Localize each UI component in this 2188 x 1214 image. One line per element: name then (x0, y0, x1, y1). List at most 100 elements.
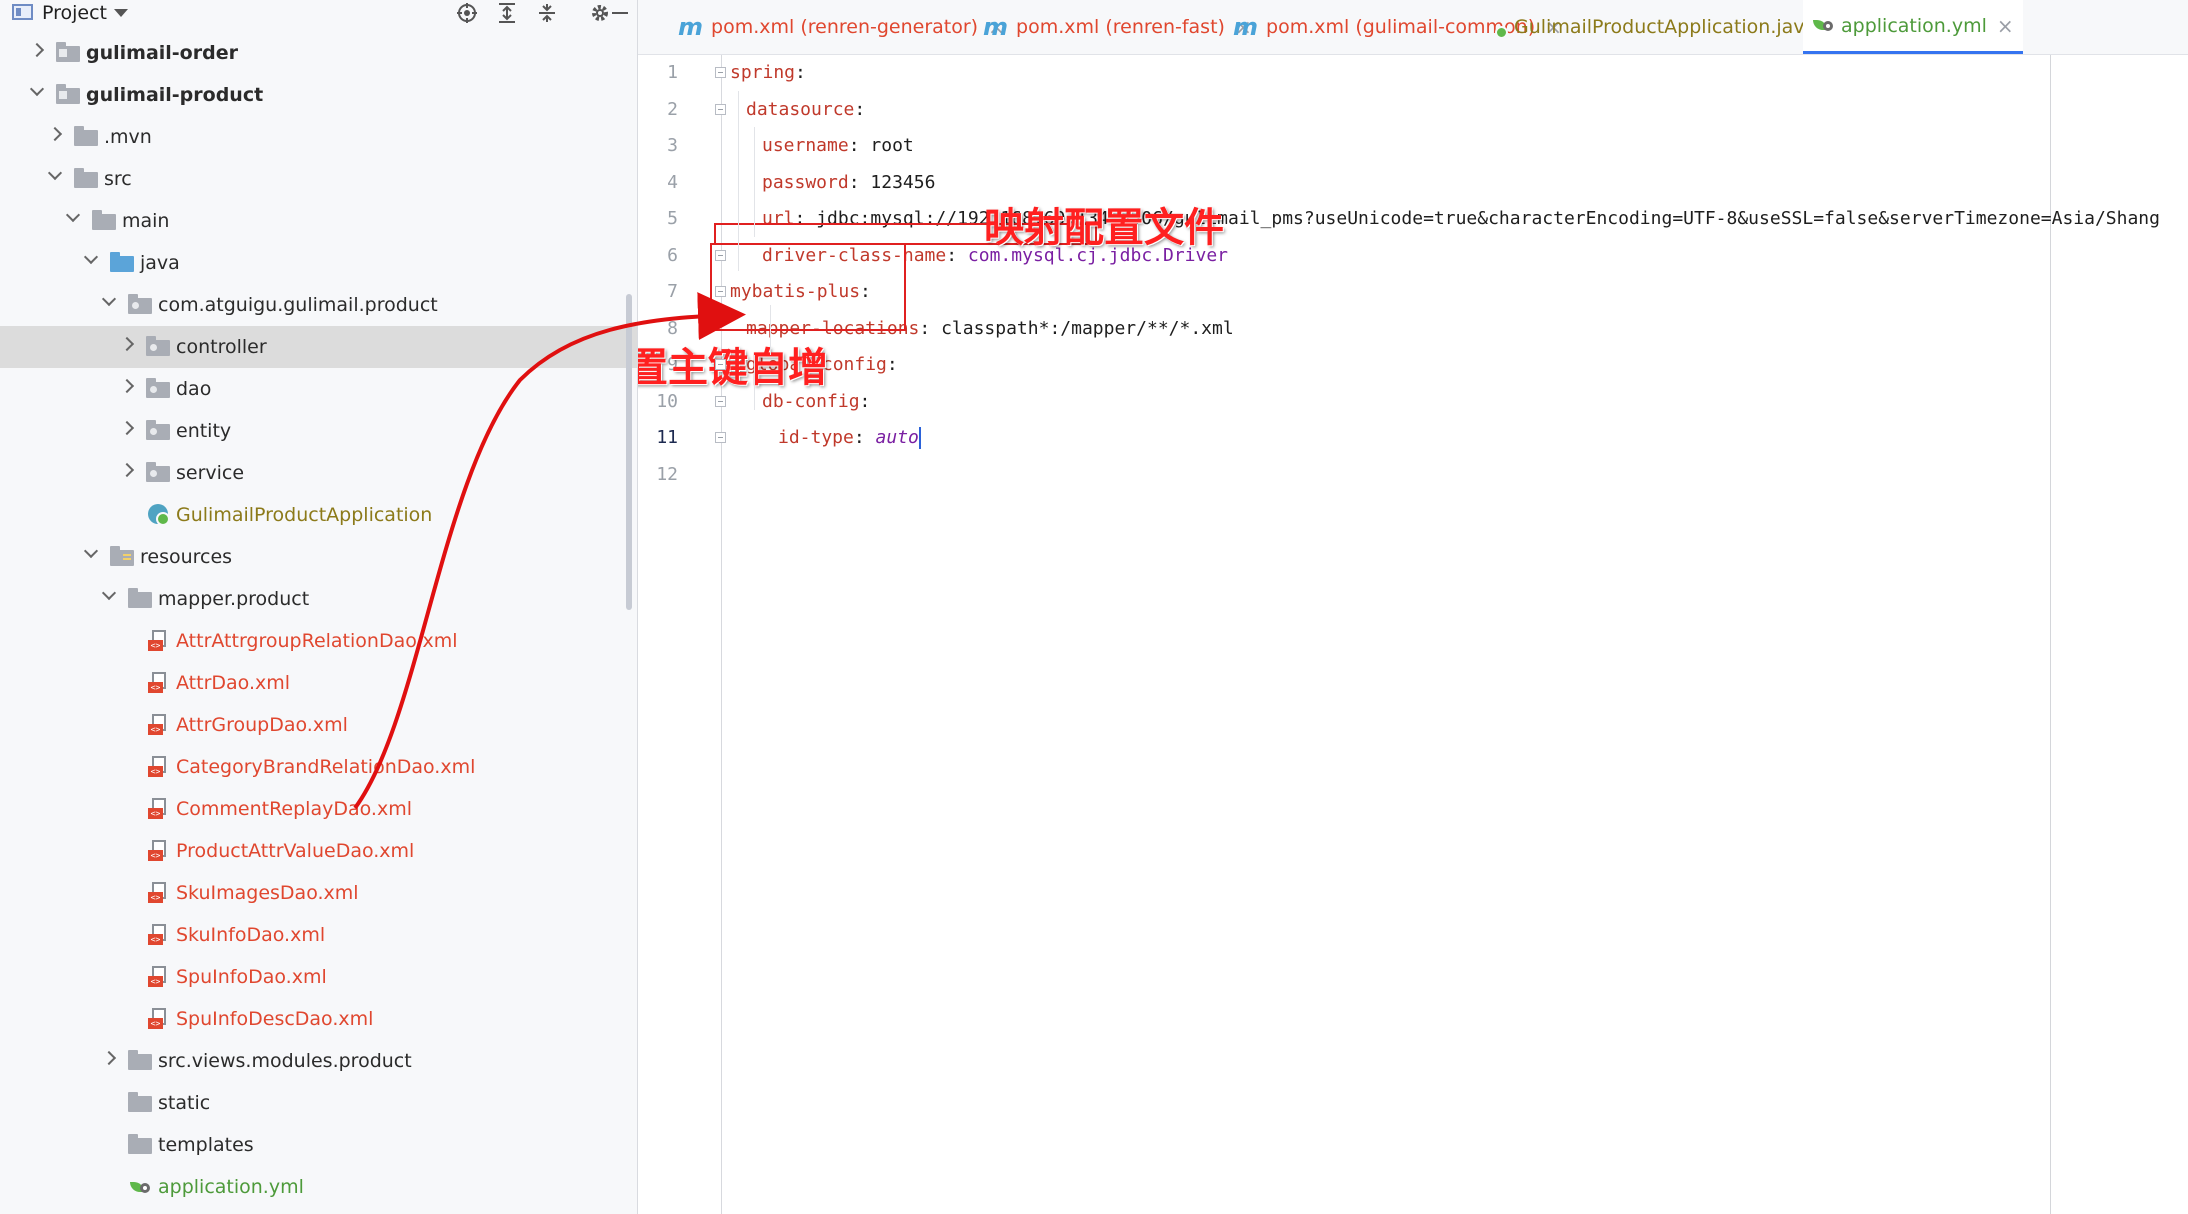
tree-item-label: src.views.modules.product (158, 1050, 412, 1072)
yaml-value: root (870, 135, 914, 156)
yaml-colon: : (859, 390, 882, 412)
tree-item[interactable]: <> AttrDao.xml (0, 662, 637, 704)
mapper-annotation: 映射配置文件 (984, 205, 1224, 251)
yaml-colon: : (848, 135, 871, 156)
chevron-down-icon[interactable] (101, 585, 117, 601)
project-title[interactable]: Project (42, 0, 107, 26)
indent-guide (754, 355, 755, 410)
tab-label: pom.xml (renren-generator) (711, 16, 979, 38)
tree-item[interactable]: GulimailProductApplication (0, 494, 637, 536)
tree-item[interactable]: mapper.product (0, 578, 637, 620)
code-line[interactable]: spring: (730, 55, 817, 91)
tree-item-label: GulimailProductApplication (176, 504, 433, 526)
minimize-icon[interactable] (605, 0, 635, 26)
tree-scrollbar[interactable] (626, 294, 632, 610)
tree-item[interactable]: src (0, 158, 637, 200)
tree-item[interactable]: <> SpuInfoDescDao.xml (0, 998, 637, 1040)
code-editor[interactable]: 1 2 3 4 5 6 7 8 9 10 11 12 spring: datasource: user… (638, 55, 2188, 1214)
tab-label: application.yml (1841, 14, 1987, 37)
editor-tab[interactable]: m pom.xml (gulimail-common) × (1223, 0, 1562, 54)
tree-item[interactable]: controller (0, 326, 637, 368)
text-caret (918, 427, 921, 449)
tree-item[interactable]: <> CategoryBrandRelationDao.xml (0, 746, 637, 788)
fold-toggle-icon[interactable] (715, 432, 726, 443)
fold-toggle-icon[interactable] (715, 249, 726, 261)
tree-item[interactable]: gulimail-order (0, 32, 637, 74)
tree-item[interactable]: entity (0, 410, 637, 452)
xml-file-icon: <> (146, 966, 172, 987)
tree-item[interactable]: com.atguigu.gulimail.product (0, 284, 637, 326)
tree-item[interactable]: src.views.modules.product (0, 1040, 637, 1082)
chevron-right-icon[interactable] (101, 1050, 117, 1066)
tree-item[interactable]: <> ProductAttrValueDao.xml (0, 830, 637, 872)
tree-item-label: src (104, 168, 132, 190)
tree-item[interactable]: .mvn (0, 116, 637, 158)
tree-item[interactable]: <> SkuInfoDao.xml (0, 914, 637, 956)
tree-item-label: AttrDao.xml (176, 672, 291, 694)
chevron-down-icon[interactable] (101, 291, 117, 307)
chevron-down-icon[interactable] (65, 207, 81, 223)
chevron-right-icon[interactable] (119, 462, 135, 478)
tree-item-label: CommentReplayDao.xml (176, 798, 412, 820)
chevron-down-icon[interactable] (29, 81, 45, 97)
chevron-down-icon[interactable] (83, 249, 99, 265)
editor-tab[interactable]: application.yml × (1803, 0, 2023, 54)
yaml-key: username (762, 135, 849, 156)
chevron-right-icon[interactable] (119, 336, 135, 352)
editor-tab[interactable]: GulimailProductApplication.java× (1495, 0, 1843, 54)
code-line[interactable]: id-type: auto (778, 420, 921, 456)
xml-file-icon: <> (146, 1008, 172, 1029)
collapse-all-icon[interactable] (532, 0, 562, 26)
tab-label: pom.xml (renren-fast) (1016, 16, 1225, 38)
tree-item-label: application.yml (158, 1176, 304, 1198)
expand-all-icon[interactable] (492, 0, 522, 26)
tree-item[interactable]: <> SkuImagesDao.xml (0, 872, 637, 914)
spring-class-icon (146, 504, 172, 526)
folder-icon (74, 168, 100, 188)
close-icon[interactable]: × (1997, 14, 2014, 38)
yaml-colon: : (919, 317, 942, 339)
code-line[interactable]: password: 123456 (762, 165, 935, 201)
tree-item[interactable]: main (0, 200, 637, 242)
xml-file-icon: <> (146, 798, 172, 819)
fold-toggle-icon[interactable] (715, 359, 726, 370)
chevron-right-icon[interactable] (119, 378, 135, 394)
tree-item[interactable]: <> CommentReplayDao.xml (0, 788, 637, 830)
tree-item[interactable]: static (0, 1082, 637, 1124)
package-icon (146, 336, 172, 356)
chevron-down-icon[interactable] (83, 543, 99, 559)
editor-tab[interactable]: m pom.xml (renren-generator) × (668, 0, 1005, 54)
tree-item[interactable]: dao (0, 368, 637, 410)
chevron-right-icon[interactable] (29, 42, 45, 58)
fold-toggle-icon[interactable] (715, 103, 726, 115)
fold-toggle-icon[interactable] (715, 286, 726, 297)
tree-item[interactable]: application.yml (0, 1166, 637, 1208)
tree-item-label: gulimail-product (86, 84, 264, 106)
tree-item[interactable]: resources (0, 536, 637, 578)
tree-item-label: static (158, 1092, 211, 1114)
code-line[interactable]: username: root (762, 128, 914, 164)
chevron-down-icon[interactable] (114, 9, 128, 17)
chevron-right-icon[interactable] (119, 420, 135, 436)
tree-item[interactable]: <> AttrGroupDao.xml (0, 704, 637, 746)
code-line[interactable]: datasource: (746, 92, 876, 128)
chevron-right-icon[interactable] (47, 126, 63, 142)
tree-item[interactable]: java (0, 242, 637, 284)
fold-toggle-icon[interactable] (715, 67, 726, 78)
editor-tab[interactable]: m pom.xml (renren-fast) × (973, 0, 1252, 54)
editor-tab-bar: m pom.xml (renren-generator) × m pom.xml (re… (638, 0, 2188, 55)
tree-item[interactable]: <> AttrAttrgroupRelationDao.xml (0, 620, 637, 662)
tree-item[interactable]: <> SpuInfoDao.xml (0, 956, 637, 998)
package-icon (128, 294, 154, 314)
tree-item-label: service (176, 462, 245, 484)
tab-label: GulimailProductApplication.java (1514, 16, 1817, 38)
tree-item[interactable]: templates (0, 1124, 637, 1166)
fold-toggle-icon[interactable] (715, 395, 726, 407)
tree-item[interactable]: gulimail-product (0, 74, 637, 116)
tree-item[interactable]: service (0, 452, 637, 494)
source-folder-icon (110, 252, 136, 272)
chevron-down-icon[interactable] (47, 165, 63, 181)
yaml-colon: : (946, 244, 968, 266)
yaml-config-icon (128, 1176, 154, 1196)
locate-icon[interactable] (452, 0, 482, 26)
